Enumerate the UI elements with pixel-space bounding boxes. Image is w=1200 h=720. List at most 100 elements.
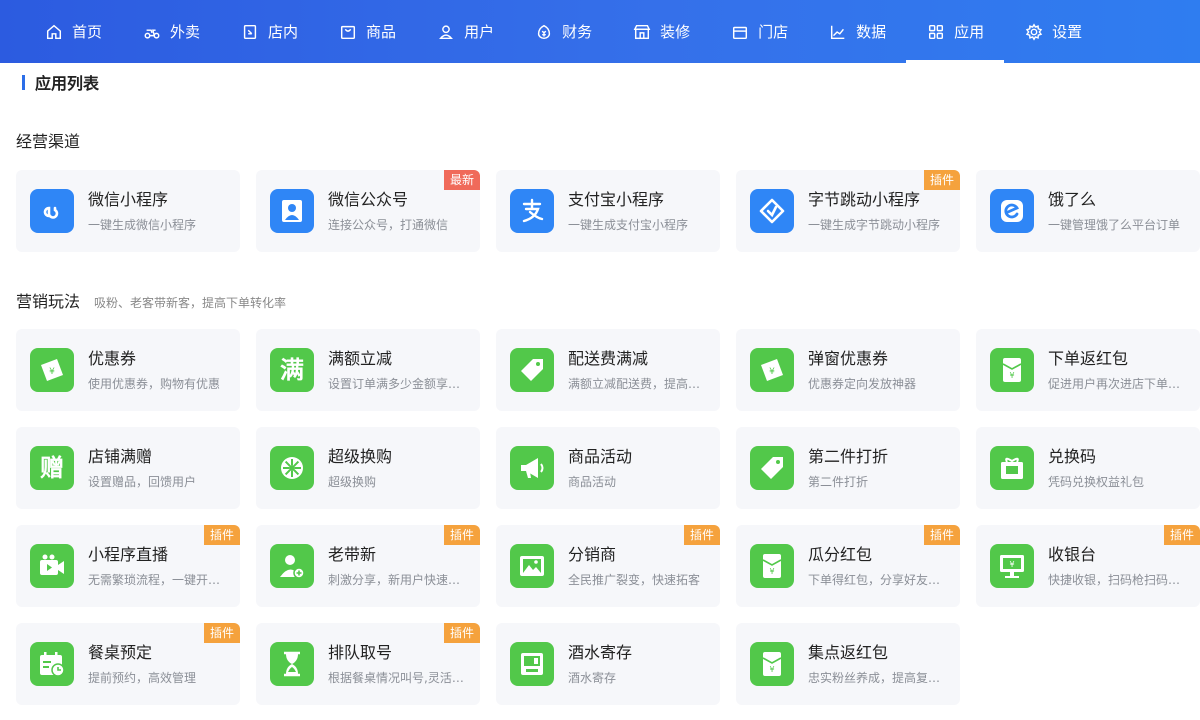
app-title: 排队取号 [328,642,393,662]
app-title: 收银台 [1048,544,1097,564]
section-title-channels: 经营渠道 [16,128,80,152]
nav-label: 用户 [464,23,495,41]
nav-settings[interactable]: 设置 [1024,0,1082,63]
nav-decorate[interactable]: 装修 [632,0,690,63]
apps-icon [926,22,946,42]
gift-char-icon: 赠 [30,446,74,490]
app-card[interactable]: 分销商 全民推广裂变，快速拓客 插件 [496,525,720,607]
app-title: 配送费满减 [568,348,649,368]
nav-label: 设置 [1052,23,1083,41]
app-desc: 一键生成支付宝小程序 [568,217,689,232]
app-card[interactable]: 超级换购 超级换购 [256,427,480,509]
app-title: 满额立减 [328,348,393,368]
full-reduction-icon: 满 [270,348,314,392]
picture-icon [510,544,554,588]
gift-box-icon [990,446,1034,490]
app-card[interactable]: 老带新 刺激分享，新用户快速增长 插件 [256,525,480,607]
app-title: 超级换购 [328,446,393,466]
nav-label: 应用 [954,23,985,41]
nav-goods[interactable]: 商品 [338,0,396,63]
nav-label: 外卖 [170,23,201,41]
miniprogram-icon [30,189,74,233]
nav-label: 商品 [366,23,397,41]
app-card[interactable]: 饿了么 一键管理饿了么平台订单 [976,170,1200,252]
icon-char: 赠 [40,454,64,482]
app-card[interactable]: 支付宝小程序 一键生成支付宝小程序 [496,170,720,252]
nav-finance[interactable]: 财务 [534,0,592,63]
calendar-clock-icon [30,642,74,686]
app-card[interactable]: ¥ 瓜分红包 下单得红包，分享好友瓜分 插件 [736,525,960,607]
app-desc: 一键生成字节跳动小程序 [808,217,941,232]
app-card[interactable]: 排队取号 根据餐桌情况叫号,灵活安排 插件 [256,623,480,705]
nav-label: 店内 [268,23,299,41]
nav-label: 首页 [72,23,103,41]
official-account-icon [270,189,314,233]
alipay-icon [510,189,554,233]
app-title: 优惠券 [88,348,137,368]
app-desc: 超级换购 [328,474,377,489]
app-desc: 满额立减配送费，提高客单价 [568,376,710,391]
nav-home[interactable]: 首页 [44,0,102,63]
nav-label: 门店 [758,23,789,41]
svg-text:¥: ¥ [1009,560,1014,569]
plugin-badge: 插件 [443,525,480,545]
app-card[interactable]: ¥ 集点返红包 忠实粉丝养成，提高复购率 [736,623,960,705]
app-desc: 连接公众号，打通微信 [328,217,449,232]
app-title: 分销商 [568,544,617,564]
app-desc: 全民推广裂变，快速拓客 [568,572,701,587]
app-desc: 促进用户再次进店下单消费 [1048,376,1190,391]
coupon-icon: ¥ [30,348,74,392]
plugin-badge: 插件 [1163,525,1200,545]
store-icon [240,22,260,42]
app-desc: 设置订单满多少金额享受立减 [328,376,470,391]
app-card[interactable]: ¥ 下单返红包 促进用户再次进店下单消费 [976,329,1200,411]
app-card[interactable]: 微信小程序 一键生成微信小程序 [16,170,240,252]
app-title: 小程序直播 [88,544,169,564]
nav-label: 数据 [856,23,887,41]
section-subtitle: 吸粉、老客带新客，提高下单转化率 [94,296,287,310]
app-card[interactable]: 酒水寄存 酒水寄存 [496,623,720,705]
icon-char: 满 [280,356,304,384]
nav-apps[interactable]: 应用 [906,0,1005,63]
shop-icon [730,22,750,42]
app-desc: 提前预约，高效管理 [88,670,197,685]
price-tag-icon [510,348,554,392]
app-desc: 酒水寄存 [568,670,617,685]
app-card[interactable]: 小程序直播 无需繁琐流程，一键开播卖货 插件 [16,525,240,607]
live-video-icon [30,544,74,588]
plugin-badge: 插件 [203,623,240,643]
svg-text:¥: ¥ [49,367,55,377]
title-accent-bar [22,74,25,90]
gear-icon [1024,22,1044,42]
app-card[interactable]: 配送费满减 满额立减配送费，提高客单价 [496,329,720,411]
app-card[interactable]: 微信公众号 连接公众号，打通微信 最新 [256,170,480,252]
app-card[interactable]: ¥ 弹窗优惠券 优惠券定向发放神器 [736,329,960,411]
nav-dine-in[interactable]: 店内 [240,0,298,63]
app-title: 第二件打折 [808,446,889,466]
app-card[interactable]: ¥ 优惠券 使用优惠券，购物有优惠 [16,329,240,411]
app-title: 集点返红包 [808,642,889,662]
app-title: 弹窗优惠券 [808,348,889,368]
section-name: 营销玩法 [16,292,81,311]
bag-icon [338,22,358,42]
app-desc: 一键管理饿了么平台订单 [1048,217,1181,232]
app-card[interactable]: 第二件打折 第二件打折 [736,427,960,509]
page-title-text: 应用列表 [35,74,100,93]
app-card[interactable]: 兑换码 凭码兑换权益礼包 [976,427,1200,509]
app-card[interactable]: 餐桌预定 提前预约，高效管理 插件 [16,623,240,705]
app-title: 酒水寄存 [568,642,633,662]
app-card[interactable]: 满 满额立减 设置订单满多少金额享受立减 [256,329,480,411]
section-name: 经营渠道 [16,132,81,151]
app-desc: 商品活动 [568,474,617,489]
app-card[interactable]: 字节跳动小程序 一键生成字节跳动小程序 插件 [736,170,960,252]
app-desc: 下单得红包，分享好友瓜分 [808,572,950,587]
app-card[interactable]: 商品活动 商品活动 [496,427,720,509]
nav-users[interactable]: 用户 [436,0,494,63]
nav-data[interactable]: 数据 [828,0,886,63]
nav-stores[interactable]: 门店 [730,0,788,63]
app-card[interactable]: ¥ 收银台 快捷收银，扫码枪扫码收款 插件 [976,525,1200,607]
red-packet-icon: ¥ [750,642,794,686]
app-card[interactable]: 赠 店铺满赠 设置赠品，回馈用户 [16,427,240,509]
plugin-badge: 插件 [443,623,480,643]
nav-takeout[interactable]: 外卖 [142,0,200,63]
